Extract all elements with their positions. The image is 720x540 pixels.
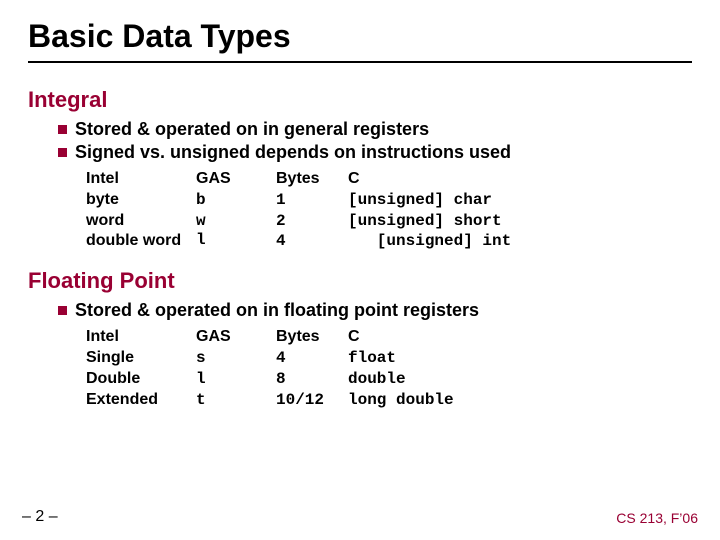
cell-gas: t [196, 390, 276, 411]
header-c: C [348, 327, 360, 348]
header-c: C [348, 169, 360, 190]
cell-c: double [348, 369, 406, 390]
cell-gas: w [196, 211, 276, 232]
header-bytes: Bytes [276, 169, 348, 190]
table-row: Single s 4 float [86, 348, 692, 369]
cell-bytes: 2 [276, 211, 348, 232]
header-intel: Intel [86, 327, 196, 348]
bullet-text: Stored & operated on in floating point r… [75, 300, 479, 321]
square-bullet-icon [58, 125, 67, 134]
table-row: byte b 1 [unsigned] char [86, 190, 692, 211]
list-item: Signed vs. unsigned depends on instructi… [58, 142, 692, 163]
table-header-row: Intel GAS Bytes C [86, 327, 692, 348]
page-title: Basic Data Types [28, 18, 692, 55]
floating-bullets: Stored & operated on in floating point r… [58, 300, 692, 321]
cell-c: float [348, 348, 396, 369]
table-row: Double l 8 double [86, 369, 692, 390]
header-bytes: Bytes [276, 327, 348, 348]
course-footer: CS 213, F’06 [616, 510, 698, 526]
header-gas: GAS [196, 327, 276, 348]
table-row: word w 2 [unsigned] short [86, 211, 692, 232]
cell-gas: s [196, 348, 276, 369]
cell-bytes: 4 [276, 348, 348, 369]
header-gas: GAS [196, 169, 276, 190]
cell-gas: l [196, 369, 276, 390]
bullet-text: Stored & operated on in general register… [75, 119, 429, 140]
section-heading-floating: Floating Point [28, 268, 692, 294]
slide: Basic Data Types Integral Stored & opera… [0, 0, 720, 540]
square-bullet-icon [58, 306, 67, 315]
integral-table: Intel GAS Bytes C byte b 1 [unsigned] ch… [86, 169, 692, 252]
cell-intel: double word [86, 231, 276, 252]
square-bullet-icon [58, 148, 67, 157]
slide-number: – 2 – [22, 508, 58, 526]
cell-bytes: 8 [276, 369, 348, 390]
floating-table: Intel GAS Bytes C Single s 4 float Doubl… [86, 327, 692, 410]
integral-bullets: Stored & operated on in general register… [58, 119, 692, 163]
title-divider [28, 61, 692, 63]
cell-gas: b [196, 190, 276, 211]
cell-c: [unsigned] short [348, 211, 502, 232]
cell-intel: Single [86, 348, 196, 369]
cell-bytes: 4 [276, 231, 348, 252]
bullet-text: Signed vs. unsigned depends on instructi… [75, 142, 511, 163]
table-header-row: Intel GAS Bytes C [86, 169, 692, 190]
cell-intel: Double [86, 369, 196, 390]
cell-c: [unsigned] int [348, 231, 511, 252]
table-row: Extended t 10/12 long double [86, 390, 692, 411]
cell-intel: Extended [86, 390, 196, 411]
header-intel: Intel [86, 169, 196, 190]
cell-intel: word [86, 211, 196, 232]
section-heading-integral: Integral [28, 87, 692, 113]
cell-bytes: 10/12 [276, 390, 348, 411]
list-item: Stored & operated on in floating point r… [58, 300, 692, 321]
cell-gas: l [196, 231, 206, 249]
cell-intel: byte [86, 190, 196, 211]
table-row: double word 4 [unsigned] int [86, 231, 692, 252]
cell-bytes: 1 [276, 190, 348, 211]
cell-c: long double [348, 390, 454, 411]
cell-c: [unsigned] char [348, 190, 492, 211]
list-item: Stored & operated on in general register… [58, 119, 692, 140]
